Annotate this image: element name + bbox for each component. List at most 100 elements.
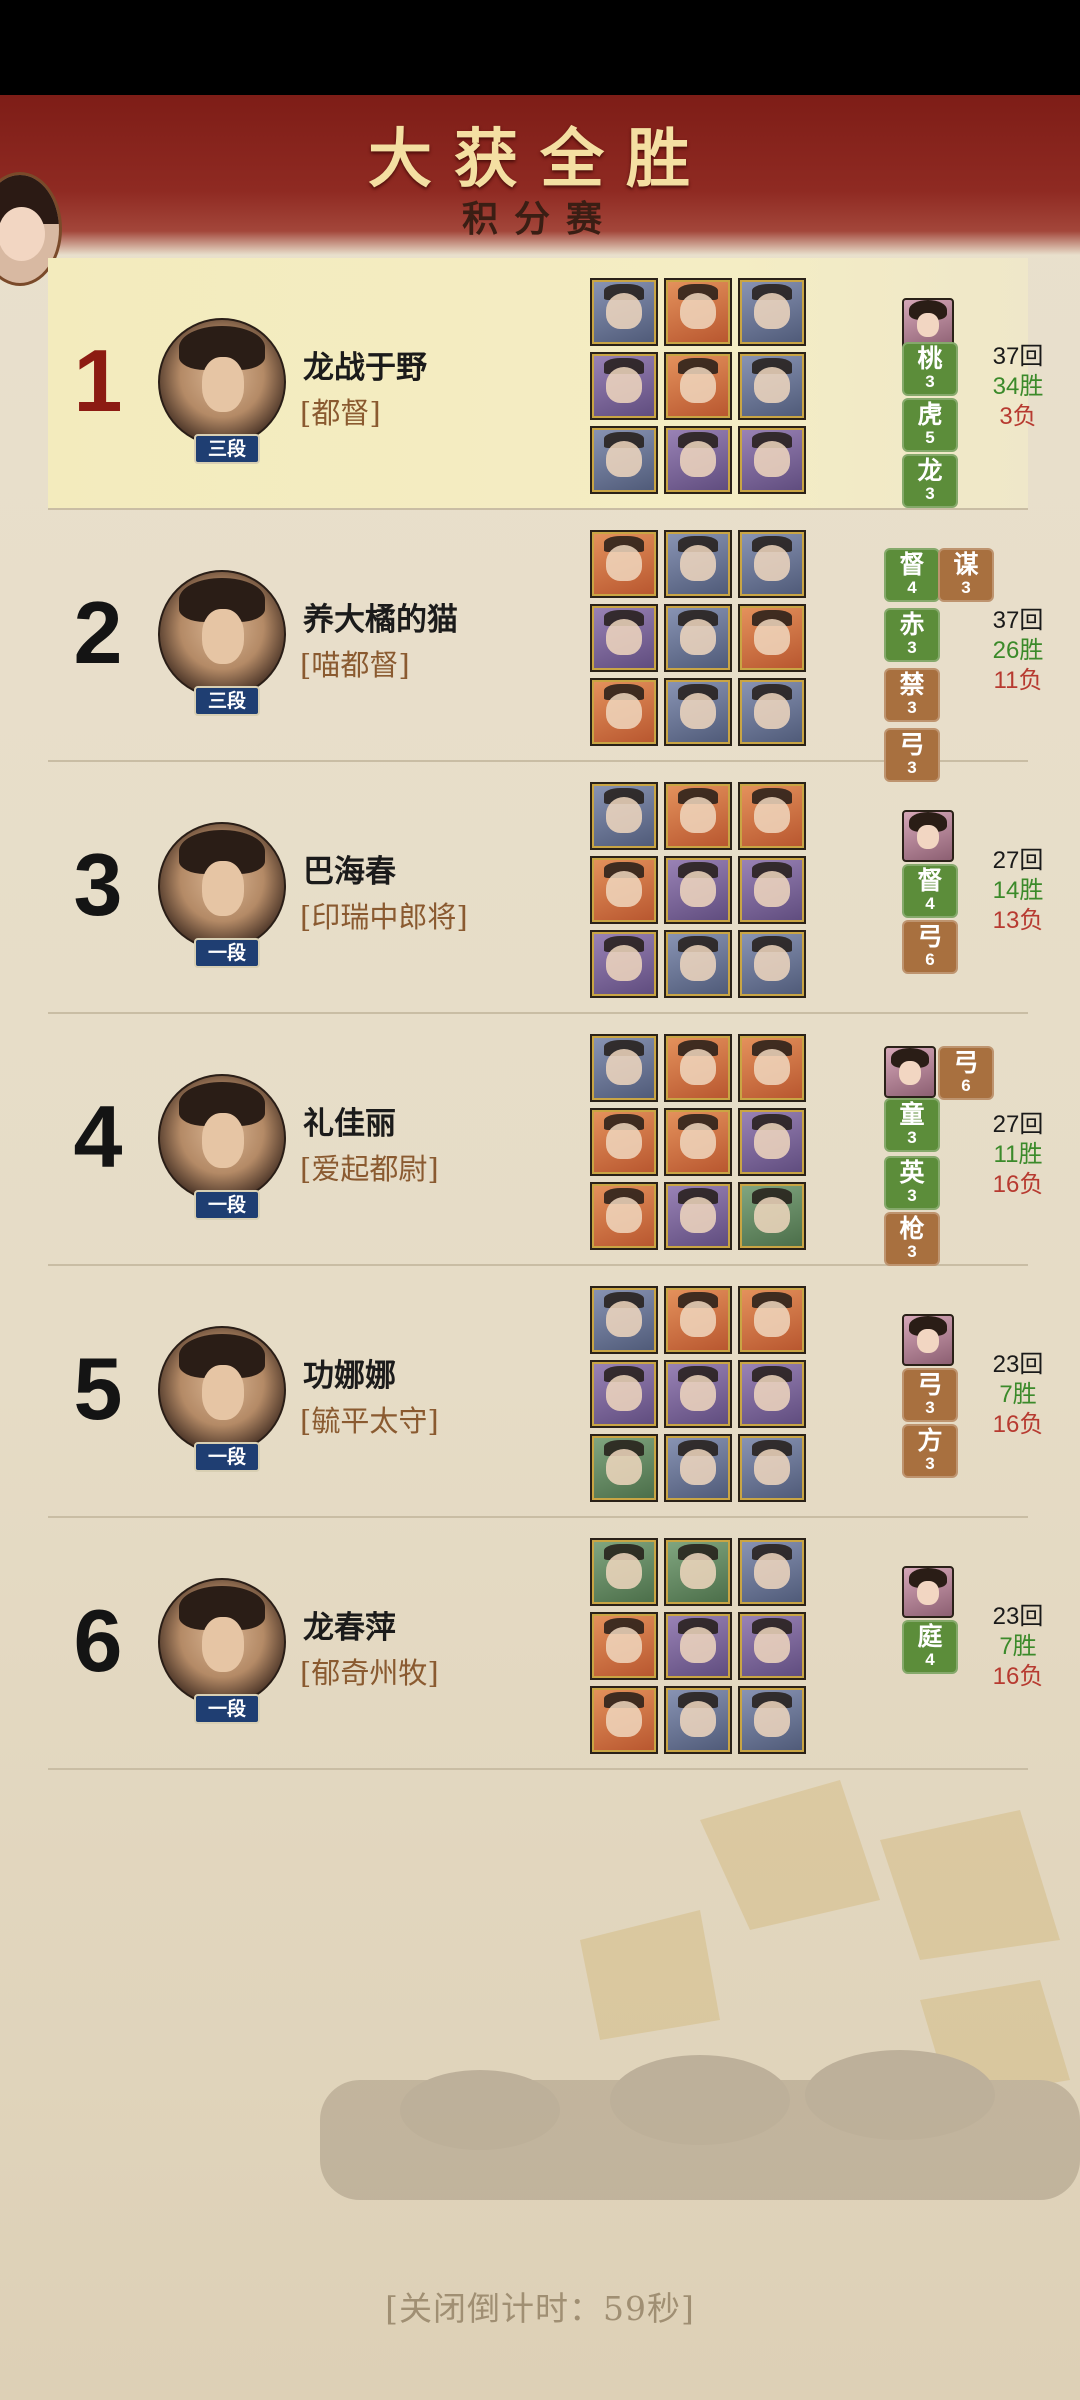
hero-portrait[interactable] — [590, 426, 658, 494]
hero-portrait[interactable] — [664, 1034, 732, 1102]
hero-portrait[interactable] — [664, 530, 732, 598]
synergy-tag[interactable]: 弓6 — [938, 1046, 994, 1100]
hero-portrait[interactable] — [738, 678, 806, 746]
hero-portrait[interactable] — [738, 278, 806, 346]
hero-portrait[interactable] — [664, 1360, 732, 1428]
synergy-count: 3 — [925, 1454, 935, 1473]
page-title: 大获全胜 — [368, 122, 712, 197]
hero-portrait[interactable] — [738, 426, 806, 494]
hero-portrait[interactable] — [738, 930, 806, 998]
losses-count: 13负 — [992, 907, 1044, 934]
hero-portrait[interactable] — [738, 1108, 806, 1176]
hero-portrait[interactable] — [590, 1108, 658, 1176]
hero-portrait[interactable] — [664, 856, 732, 924]
hero-portrait[interactable] — [664, 782, 732, 850]
hero-portrait[interactable] — [664, 426, 732, 494]
hero-portrait[interactable] — [590, 678, 658, 746]
player-avatar[interactable] — [158, 822, 286, 950]
hero-portrait[interactable] — [738, 1286, 806, 1354]
hero-portrait[interactable] — [738, 352, 806, 420]
hero-portrait[interactable] — [664, 1108, 732, 1176]
hero-portrait[interactable] — [590, 1360, 658, 1428]
player-avatar[interactable] — [158, 1074, 286, 1202]
synergy-count: 4 — [925, 1650, 935, 1669]
hero-portrait[interactable] — [738, 1612, 806, 1680]
synergy-name: 督 — [917, 866, 943, 895]
synergy-tag[interactable]: 虎5 — [902, 398, 958, 452]
hero-portrait[interactable] — [590, 278, 658, 346]
hero-portrait[interactable] — [738, 604, 806, 672]
synergy-tag[interactable]: 龙3 — [902, 454, 958, 508]
hero-portrait[interactable] — [590, 856, 658, 924]
commander-mini-avatar[interactable] — [884, 1046, 936, 1098]
hero-portrait[interactable] — [590, 1434, 658, 1502]
hero-portrait[interactable] — [738, 856, 806, 924]
rounds-count: 23回 — [992, 1351, 1044, 1378]
hero-portrait[interactable] — [738, 1034, 806, 1102]
synergy-tag[interactable]: 英3 — [884, 1156, 940, 1210]
commander-mini-avatar[interactable] — [902, 1566, 954, 1618]
hero-portrait[interactable] — [664, 352, 732, 420]
hero-portrait[interactable] — [664, 1612, 732, 1680]
hero-portrait[interactable] — [664, 930, 732, 998]
hero-portrait[interactable] — [738, 1360, 806, 1428]
hero-portrait[interactable] — [738, 1686, 806, 1754]
player-avatar[interactable] — [158, 318, 286, 446]
hero-portrait[interactable] — [590, 1034, 658, 1102]
rounds-count: 37回 — [992, 607, 1044, 634]
synergy-tag[interactable]: 弓3 — [902, 1368, 958, 1422]
record-stats: 27回 11胜 16负 — [978, 1110, 1058, 1200]
synergy-tag[interactable]: 禁3 — [884, 668, 940, 722]
hero-portrait[interactable] — [664, 1434, 732, 1502]
leaderboard-row[interactable]: 5 一段 功娜娜 [毓平太守] 弓 3 方 3 23回 7胜 16负 — [48, 1266, 1043, 1518]
commander-mini-avatar[interactable] — [902, 1314, 954, 1366]
dan-badge: 一段 — [194, 938, 260, 968]
player-avatar[interactable] — [158, 1578, 286, 1706]
synergy-tag[interactable]: 督4 — [902, 864, 958, 918]
hero-portrait[interactable] — [590, 1612, 658, 1680]
record-stats: 23回 7胜 16负 — [978, 1602, 1058, 1692]
hero-portrait[interactable] — [664, 1182, 732, 1250]
leaderboard-row[interactable]: 3 一段 巴海春 [印瑞中郎将] 督 4 弓 6 27回 14胜 13负 — [48, 762, 1043, 1014]
leaderboard-row[interactable]: 6 一段 龙春萍 [郁奇州牧] 庭 4 23回 7胜 16负 — [48, 1518, 1043, 1770]
player-avatar[interactable] — [158, 1326, 286, 1454]
synergy-tag[interactable]: 督4 — [884, 548, 940, 602]
synergy-name: 谋 — [953, 550, 979, 579]
leaderboard-row[interactable]: 4 一段 礼佳丽 [爱起都尉] 弓 6 童 3 英 3 枪 3 27回 11胜 16负 — [48, 1014, 1043, 1266]
hero-portrait[interactable] — [664, 678, 732, 746]
hero-portrait[interactable] — [664, 278, 732, 346]
hero-portrait[interactable] — [664, 1286, 732, 1354]
hero-portrait[interactable] — [738, 1538, 806, 1606]
synergy-tag[interactable]: 庭4 — [902, 1620, 958, 1674]
hero-portrait[interactable] — [738, 530, 806, 598]
hero-portrait[interactable] — [590, 782, 658, 850]
hero-portrait[interactable] — [590, 1686, 658, 1754]
hero-portrait[interactable] — [738, 782, 806, 850]
hero-portrait[interactable] — [590, 604, 658, 672]
hero-portrait[interactable] — [664, 1686, 732, 1754]
leaderboard-row[interactable]: 1 三段 龙战于野 [都督] 桃 3 虎 5 龙 3 37回 34胜 3负 — [48, 258, 1043, 510]
synergy-tag[interactable]: 枪3 — [884, 1212, 940, 1266]
synergy-tag[interactable]: 桃3 — [902, 342, 958, 396]
synergy-count: 3 — [925, 1398, 935, 1417]
hero-portrait[interactable] — [590, 352, 658, 420]
hero-portrait[interactable] — [590, 530, 658, 598]
hero-portrait[interactable] — [590, 1182, 658, 1250]
synergy-tag[interactable]: 方3 — [902, 1424, 958, 1478]
hero-portrait[interactable] — [590, 1538, 658, 1606]
hero-portrait[interactable] — [590, 930, 658, 998]
hero-portrait[interactable] — [738, 1182, 806, 1250]
synergy-tag[interactable]: 赤3 — [884, 608, 940, 662]
synergy-tag[interactable]: 弓6 — [902, 920, 958, 974]
commander-mini-avatar[interactable] — [902, 810, 954, 862]
hero-portrait[interactable] — [590, 1286, 658, 1354]
synergy-tag[interactable]: 童3 — [884, 1098, 940, 1152]
synergy-name: 英 — [899, 1158, 925, 1187]
leaderboard-row[interactable]: 2 三段 养大橘的猫 [喵都督] 督 4 谋 3 赤 3 禁 3 弓 3 37回 26胜 11负 — [48, 510, 1043, 782]
synergy-tag[interactable]: 谋3 — [938, 548, 994, 602]
player-avatar[interactable] — [158, 570, 286, 698]
hero-portrait[interactable] — [738, 1434, 806, 1502]
hero-portrait[interactable] — [664, 604, 732, 672]
synergy-count: 3 — [907, 638, 917, 657]
hero-portrait[interactable] — [664, 1538, 732, 1606]
